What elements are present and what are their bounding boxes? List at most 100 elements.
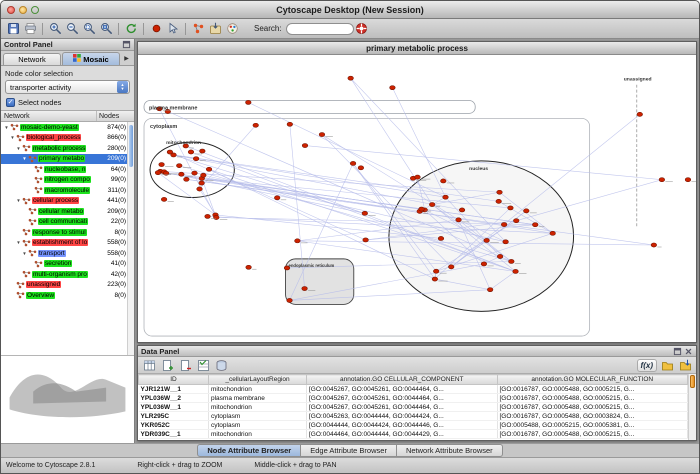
network-node[interactable] (659, 178, 665, 182)
tree-row-establishment-of-lo[interactable]: ▼establishment of lo558(0) (1, 238, 134, 249)
tree-column-network[interactable]: Network (1, 111, 97, 121)
network-node[interactable] (199, 181, 205, 185)
network-node[interactable] (532, 223, 538, 227)
tab-network[interactable]: Network (3, 53, 61, 65)
network-node[interactable] (363, 238, 369, 242)
network-node[interactable] (197, 187, 203, 191)
network-node[interactable] (497, 190, 503, 194)
network-node[interactable] (159, 162, 165, 166)
select-nodes-checkbox[interactable]: ✓ (6, 98, 15, 107)
expand-toggle-icon[interactable]: ▼ (21, 251, 28, 256)
table-row[interactable]: YDR039C__1mitochondrion[GO:0044464, GO:0… (139, 430, 688, 439)
network-node[interactable] (253, 123, 259, 127)
tree-column-nodes[interactable]: Nodes (97, 111, 134, 121)
network-node[interactable] (443, 195, 449, 199)
table-scrollbar[interactable] (688, 374, 696, 440)
network-node[interactable] (201, 173, 207, 177)
tree-row-metabolic-process[interactable]: ▼metabolic process280(0) (1, 143, 134, 154)
network-node[interactable] (362, 211, 368, 215)
new-network-icon[interactable] (190, 21, 206, 37)
network-node[interactable] (205, 214, 211, 218)
birdseye-view[interactable] (1, 355, 134, 443)
tree-row-unassigned[interactable]: unassigned223(0) (1, 280, 134, 291)
tab-node-attribute-browser[interactable]: Node Attribute Browser (197, 444, 301, 457)
zoom-window-button[interactable] (31, 6, 39, 14)
column-header-id[interactable]: ID (139, 375, 209, 385)
tree-row-macromolecule[interactable]: macromolecule311(0) (1, 185, 134, 196)
network-node[interactable] (513, 269, 519, 273)
network-node[interactable] (287, 298, 293, 302)
network-node[interactable] (179, 172, 185, 176)
tree-row-biological-process[interactable]: ▼biological_process866(0) (1, 133, 134, 144)
network-node[interactable] (188, 150, 194, 154)
tab-edge-attribute-browser[interactable]: Edge Attribute Browser (301, 444, 397, 457)
print-icon[interactable] (22, 21, 38, 37)
tab-mosaic[interactable]: Mosaic (62, 52, 120, 65)
select-all-icon[interactable] (195, 357, 211, 373)
tree-row-primary-metabo[interactable]: ▼primary metabo209(0) (1, 154, 134, 165)
network-node[interactable] (508, 206, 514, 210)
tree-row-overview[interactable]: Overview8(0) (1, 290, 134, 301)
network-node[interactable] (513, 219, 519, 223)
save-icon[interactable] (5, 21, 21, 37)
network-node[interactable] (192, 171, 198, 175)
network-node[interactable] (193, 157, 199, 161)
tree-row-nucleobase-n[interactable]: nucleobase, n64(0) (1, 164, 134, 175)
zoom-selected-icon[interactable] (81, 21, 97, 37)
tree-row-nitrogen-compo[interactable]: nitrogen compo99(0) (1, 175, 134, 186)
help-icon[interactable] (354, 21, 370, 37)
tree-row-cellular-metabo[interactable]: cellular metabo209(0) (1, 206, 134, 217)
network-node[interactable] (184, 177, 190, 181)
network-node[interactable] (433, 269, 439, 273)
table-row[interactable]: YPL036W__2plasma membrane[GO:0045267, GO… (139, 394, 688, 403)
export-table-icon[interactable] (677, 357, 693, 373)
network-node[interactable] (509, 259, 515, 263)
table-row[interactable]: YPL036W__1mitochondrion[GO:0045267, GO:0… (139, 403, 688, 412)
tree-row-secretion[interactable]: secretion41(0) (1, 259, 134, 270)
network-node[interactable] (448, 265, 454, 269)
table-row[interactable]: YJR121W__1mitochondrion[GO:0045267, GO:0… (139, 385, 688, 394)
column-header-annotation-go-cellular-component[interactable]: annotation.GO CELLULAR_COMPONENT (307, 375, 498, 385)
network-node[interactable] (685, 178, 691, 182)
column-header-cellularlayoutregion[interactable]: _cellularLayoutRegion (209, 375, 307, 385)
select-attributes-icon[interactable] (141, 357, 157, 373)
table-row[interactable]: YKR052Ccytoplasm[GO:0044444, GO:0044424,… (139, 421, 688, 430)
network-node[interactable] (245, 100, 251, 104)
expand-toggle-icon[interactable]: ▼ (15, 146, 22, 151)
expand-toggle-icon[interactable]: ▼ (21, 156, 28, 161)
expand-toggle-icon[interactable]: ▼ (15, 198, 22, 203)
table-row[interactable]: YLR295Ccytoplasm[GO:0045263, GO:0044444,… (139, 412, 688, 421)
network-node[interactable] (432, 277, 438, 281)
network-node[interactable] (487, 288, 493, 292)
close-panel-icon[interactable] (684, 347, 693, 356)
table-scrollbar-thumb[interactable] (690, 375, 695, 388)
tree-row-response-to-stimul[interactable]: response to stimul8(0) (1, 227, 134, 238)
network-node[interactable] (497, 254, 503, 258)
tab-scroll-right-icon[interactable]: ▶ (121, 55, 132, 62)
network-node[interactable] (161, 197, 167, 201)
network-node[interactable] (503, 240, 509, 244)
refresh-icon[interactable] (123, 21, 139, 37)
network-node[interactable] (167, 150, 173, 154)
expand-toggle-icon[interactable]: ▼ (3, 125, 10, 130)
network-node[interactable] (390, 86, 396, 90)
node-color-dropdown[interactable]: transporter activity ▲▼ (5, 80, 130, 94)
network-node[interactable] (246, 265, 252, 269)
network-node[interactable] (429, 202, 435, 206)
zoom-fit-icon[interactable] (98, 21, 114, 37)
tree-scrollbar-thumb[interactable] (129, 125, 133, 167)
network-node[interactable] (176, 164, 182, 168)
network-node[interactable] (459, 208, 465, 212)
vizmapper-icon[interactable] (224, 21, 240, 37)
float-panel-icon[interactable] (673, 347, 682, 356)
zoom-out-icon[interactable] (64, 21, 80, 37)
expand-toggle-icon[interactable]: ▼ (9, 135, 16, 140)
network-view-title[interactable]: primary metabolic process (138, 42, 696, 55)
tree-row-multi-organism-pro[interactable]: multi-organism pro42(0) (1, 269, 134, 280)
network-node[interactable] (274, 196, 280, 200)
import-table-icon[interactable] (659, 357, 675, 373)
network-node[interactable] (550, 231, 556, 235)
tree-scrollbar[interactable] (127, 122, 134, 355)
close-window-button[interactable] (7, 6, 15, 14)
float-panel-icon[interactable] (122, 40, 131, 49)
